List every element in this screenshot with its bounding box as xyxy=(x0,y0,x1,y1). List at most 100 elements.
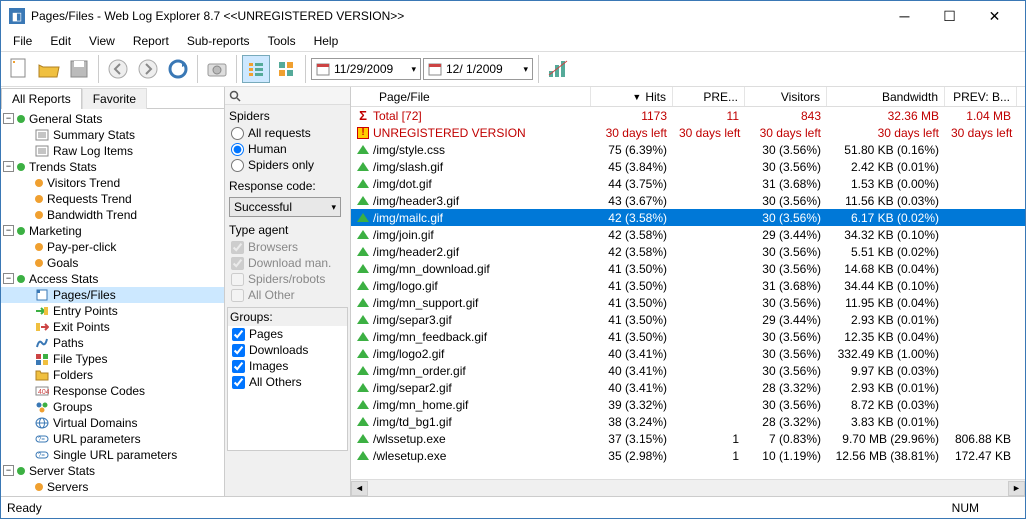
table-row[interactable]: /img/td_bg1.gif38 (3.24%)28 (3.32%)3.83 … xyxy=(351,413,1025,430)
camera-button[interactable] xyxy=(203,55,231,83)
tab-favorite[interactable]: Favorite xyxy=(82,88,147,109)
radio-human[interactable]: Human xyxy=(227,141,348,157)
tree-servers[interactable]: Servers xyxy=(1,479,224,495)
tab-all-reports[interactable]: All Reports xyxy=(1,88,82,109)
col-hits[interactable]: ▼Hits xyxy=(591,87,673,106)
tree-requests-trend[interactable]: Requests Trend xyxy=(1,191,224,207)
back-button[interactable] xyxy=(104,55,132,83)
grid-body[interactable]: ΣTotal [72]11731184332.36 MB1.04 MB!UNRE… xyxy=(351,107,1025,479)
table-row[interactable]: /img/mn_support.gif41 (3.50%)30 (3.56%)1… xyxy=(351,294,1025,311)
menu-subreports[interactable]: Sub-reports xyxy=(179,32,258,50)
chart-button[interactable] xyxy=(544,55,572,83)
tree-exit-points[interactable]: Exit Points xyxy=(1,319,224,335)
response-combo[interactable]: Successful▾ xyxy=(229,197,341,217)
tree-bandwidth-trend[interactable]: Bandwidth Trend xyxy=(1,207,224,223)
spiders-label: Spiders xyxy=(227,107,348,125)
table-row[interactable]: !UNREGISTERED VERSION30 days left30 days… xyxy=(351,124,1025,141)
tree-pages-files[interactable]: Pages/Files xyxy=(1,287,224,303)
tree-folders[interactable]: Folders xyxy=(1,367,224,383)
table-row[interactable]: /img/header3.gif43 (3.67%)30 (3.56%)11.5… xyxy=(351,192,1025,209)
table-row[interactable]: /img/mn_download.gif41 (3.50%)30 (3.56%)… xyxy=(351,260,1025,277)
toolbar: 11/29/2009▾ 12/ 1/2009▾ xyxy=(1,51,1025,87)
save-button[interactable] xyxy=(65,55,93,83)
chk-browsers[interactable]: Browsers xyxy=(227,239,348,255)
date-to[interactable]: 12/ 1/2009▾ xyxy=(423,58,533,80)
tree-paths[interactable]: Paths xyxy=(1,335,224,351)
col-bandwidth[interactable]: Bandwidth xyxy=(827,87,945,106)
menu-view[interactable]: View xyxy=(81,32,123,50)
tree-marketing[interactable]: Marketing xyxy=(1,223,224,239)
tree-visitors-trend[interactable]: Visitors Trend xyxy=(1,175,224,191)
chk-images[interactable]: Images xyxy=(228,358,347,374)
grid-header[interactable]: Page/File ▼Hits PRE... Visitors Bandwidt… xyxy=(351,87,1025,107)
table-row[interactable]: /img/mn_feedback.gif41 (3.50%)30 (3.56%)… xyxy=(351,328,1025,345)
status-num: NUM xyxy=(952,501,979,515)
menu-report[interactable]: Report xyxy=(125,32,177,50)
chk-downloads[interactable]: Downloads xyxy=(228,342,347,358)
chk-download-man[interactable]: Download man. xyxy=(227,255,348,271)
tree-pay-per-click[interactable]: Pay-per-click xyxy=(1,239,224,255)
refresh-button[interactable] xyxy=(164,55,192,83)
tree-entry-points[interactable]: Entry Points xyxy=(1,303,224,319)
table-row[interactable]: /img/separ2.gif40 (3.41%)28 (3.32%)2.93 … xyxy=(351,379,1025,396)
status-text: Ready xyxy=(7,501,42,515)
menu-help[interactable]: Help xyxy=(306,32,347,50)
tree-general-stats[interactable]: General Stats xyxy=(1,111,224,127)
view-grid-button[interactable] xyxy=(272,55,300,83)
tree-access-stats[interactable]: Access Stats xyxy=(1,271,224,287)
table-row[interactable]: /img/dot.gif44 (3.75%)31 (3.68%)1.53 KB … xyxy=(351,175,1025,192)
tree-goals[interactable]: Goals xyxy=(1,255,224,271)
tree-server-stats[interactable]: Server Stats xyxy=(1,463,224,479)
table-row[interactable]: /wlssetup.exe37 (3.15%)17 (0.83%)9.70 MB… xyxy=(351,430,1025,447)
menu-tools[interactable]: Tools xyxy=(260,32,304,50)
close-button[interactable]: ✕ xyxy=(972,2,1017,30)
table-row[interactable]: /img/logo.gif41 (3.50%)31 (3.68%)34.44 K… xyxy=(351,277,1025,294)
radio-spiders-only[interactable]: Spiders only xyxy=(227,157,348,173)
table-row[interactable]: /img/logo2.gif40 (3.41%)30 (3.56%)332.49… xyxy=(351,345,1025,362)
table-row[interactable]: /wlesetup.exe35 (2.98%)110 (1.19%)12.56 … xyxy=(351,447,1025,464)
table-row[interactable]: ΣTotal [72]11731184332.36 MB1.04 MB xyxy=(351,107,1025,124)
chk-all-other[interactable]: All Other xyxy=(227,287,348,303)
chk-spiders-robots[interactable]: Spiders/robots xyxy=(227,271,348,287)
tree-virtual-domains[interactable]: Virtual Domains xyxy=(1,415,224,431)
maximize-button[interactable]: ☐ xyxy=(927,2,972,30)
menu-file[interactable]: File xyxy=(5,32,40,50)
tree-raw-log-items[interactable]: Raw Log Items xyxy=(1,143,224,159)
table-row[interactable]: /img/mn_home.gif39 (3.32%)30 (3.56%)8.72… xyxy=(351,396,1025,413)
svg-text:404: 404 xyxy=(38,389,49,396)
minimize-button[interactable]: ─ xyxy=(882,2,927,30)
table-row[interactable]: /img/mailc.gif42 (3.58%)30 (3.56%)6.17 K… xyxy=(351,209,1025,226)
table-row[interactable]: /img/join.gif42 (3.58%)29 (3.44%)34.32 K… xyxy=(351,226,1025,243)
filter-header xyxy=(225,87,350,105)
horizontal-scrollbar[interactable]: ◄► xyxy=(351,479,1025,496)
tree-groups[interactable]: Groups xyxy=(1,399,224,415)
col-prevb[interactable]: PREV: B... xyxy=(945,87,1017,106)
col-pagefile[interactable]: Page/File xyxy=(351,87,591,106)
tree-file-types[interactable]: File Types xyxy=(1,351,224,367)
menu-edit[interactable]: Edit xyxy=(42,32,79,50)
new-button[interactable] xyxy=(5,55,33,83)
chk-all-others[interactable]: All Others xyxy=(228,374,347,390)
radio-all-requests[interactable]: All requests xyxy=(227,125,348,141)
tree-single-url-parameters[interactable]: ?=Single URL parameters xyxy=(1,447,224,463)
tree-response-codes[interactable]: 404Response Codes xyxy=(1,383,224,399)
table-row[interactable]: /img/mn_order.gif40 (3.41%)30 (3.56%)9.9… xyxy=(351,362,1025,379)
open-button[interactable] xyxy=(35,55,63,83)
table-row[interactable]: /img/separ3.gif41 (3.50%)29 (3.44%)2.93 … xyxy=(351,311,1025,328)
table-row[interactable]: /img/style.css75 (6.39%)30 (3.56%)51.80 … xyxy=(351,141,1025,158)
data-grid: Page/File ▼Hits PRE... Visitors Bandwidt… xyxy=(351,87,1025,496)
tree-summary-stats[interactable]: Summary Stats xyxy=(1,127,224,143)
left-panel: All Reports Favorite General StatsSummar… xyxy=(1,87,225,496)
view-list-button[interactable] xyxy=(242,55,270,83)
forward-button[interactable] xyxy=(134,55,162,83)
tree-trends-stats[interactable]: Trends Stats xyxy=(1,159,224,175)
table-row[interactable]: /img/header2.gif42 (3.58%)30 (3.56%)5.51… xyxy=(351,243,1025,260)
col-pre[interactable]: PRE... xyxy=(673,87,745,106)
col-visitors[interactable]: Visitors xyxy=(745,87,827,106)
main-window: ◧ Pages/Files - Web Log Explorer 8.7 <<U… xyxy=(0,0,1026,519)
date-from[interactable]: 11/29/2009▾ xyxy=(311,58,421,80)
chk-pages[interactable]: Pages xyxy=(228,326,347,342)
report-tree[interactable]: General StatsSummary StatsRaw Log ItemsT… xyxy=(1,109,224,496)
tree-url-parameters[interactable]: ?=URL parameters xyxy=(1,431,224,447)
table-row[interactable]: /img/slash.gif45 (3.84%)30 (3.56%)2.42 K… xyxy=(351,158,1025,175)
